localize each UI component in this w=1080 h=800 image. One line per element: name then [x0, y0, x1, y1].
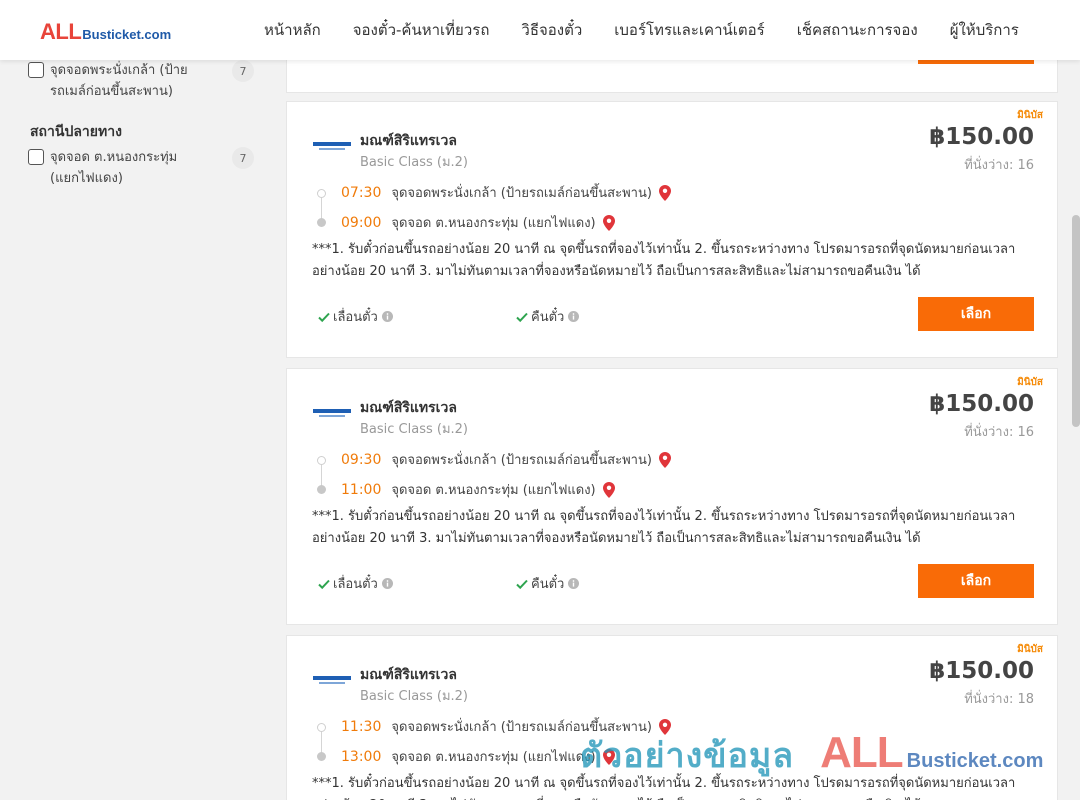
check-icon [516, 312, 528, 322]
arrival-stop-name: จุดจอด ต.หนองกระทุ่ม (แยกไฟแดง) [391, 483, 596, 498]
refund-feature: คืนตั๋ว [516, 306, 580, 327]
ticket-price: ฿150.00 [929, 124, 1034, 150]
bus-class: Basic Class (ม.2) [360, 155, 468, 170]
info-icon[interactable] [568, 311, 580, 322]
operator-name: มณฑ์สิริแทรเวล [360, 400, 457, 416]
nav-booking-status[interactable]: เช็คสถานะการจอง [797, 18, 918, 42]
main-nav: หน้าหลัก จองตั๋ว-ค้นหาเที่ยวรถ วิธีจองตั… [248, 0, 1035, 60]
nav-book-search[interactable]: จองตั๋ว-ค้นหาเที่ยวรถ [353, 18, 490, 42]
minibus-badge: มินิบัส [1017, 110, 1043, 121]
destination-filter-checkbox[interactable] [28, 149, 44, 165]
map-pin-icon[interactable] [658, 451, 671, 468]
check-icon [318, 579, 330, 589]
nav-home[interactable]: หน้าหลัก [264, 18, 321, 42]
refund-label: คืนตั๋ว [531, 310, 565, 325]
origin-filter-item[interactable]: จุดจอดพระนั่งเกล้า (ป้ายรถเมล์ก่อนขึ้นสะ… [28, 60, 254, 102]
page-scrollbar[interactable] [1072, 215, 1080, 427]
minibus-badge: มินิบัส [1017, 644, 1043, 655]
postpone-feature: เลื่อนตั๋ว [318, 573, 393, 594]
seats-available: ที่นั่งว่าง: 18 [964, 692, 1034, 707]
map-pin-icon[interactable] [658, 184, 671, 201]
departure-time: 07:30 [341, 184, 382, 201]
seats-available: ที่นั่งว่าง: 16 [964, 425, 1034, 440]
operator-logo-icon [313, 142, 353, 152]
refund-feature: คืนตั๋ว [516, 573, 580, 594]
arrival-dot-icon [317, 218, 326, 227]
check-icon [516, 579, 528, 589]
departure-time: 09:30 [341, 451, 382, 468]
trip-card: มินิบัส มณฑ์สิริแทรเวล Basic Class (ม.2)… [286, 101, 1058, 358]
departure-stop-name: จุดจอดพระนั่งเกล้า (ป้ายรถเมล์ก่อนขึ้นสะ… [391, 453, 652, 468]
map-pin-icon[interactable] [658, 718, 671, 735]
arrival-stop-name: จุดจอด ต.หนองกระทุ่ม (แยกไฟแดง) [391, 216, 596, 231]
map-pin-icon[interactable] [602, 748, 615, 765]
postpone-label: เลื่อนตั๋ว [333, 310, 378, 325]
arrival-time: 11:00 [341, 481, 382, 498]
info-icon[interactable] [568, 578, 580, 589]
bus-class: Basic Class (ม.2) [360, 422, 468, 437]
destination-filter-count: 7 [232, 147, 254, 169]
previous-trip-card-partial [286, 60, 1058, 93]
info-icon[interactable] [381, 311, 393, 322]
operator-logo-icon [313, 409, 353, 419]
departure-dot-icon [317, 723, 326, 732]
map-pin-icon[interactable] [602, 214, 615, 231]
logo-all-text: ALL [40, 19, 82, 44]
operator-logo-icon [313, 676, 353, 686]
site-logo[interactable]: ALL Busticket.com [40, 19, 171, 45]
departure-stop: 07:30 จุดจอดพระนั่งเกล้า (ป้ายรถเมล์ก่อน… [341, 182, 671, 203]
minibus-badge: มินิบัส [1017, 377, 1043, 388]
trip-remark: ***1. รับตั๋วก่อนขึ้นรถอย่างน้อย 20 นาที… [312, 509, 1016, 546]
destination-filter-item[interactable]: จุดจอด ต.หนองกระทุ่ม (แยกไฟแดง) 7 [28, 147, 254, 189]
origin-filter-label: จุดจอดพระนั่งเกล้า (ป้ายรถเมล์ก่อนขึ้นสะ… [50, 63, 188, 99]
select-trip-button[interactable]: เลือก [918, 297, 1034, 331]
check-icon [318, 312, 330, 322]
previous-select-button-partial[interactable] [918, 60, 1034, 64]
top-header: ALL Busticket.com หน้าหลัก จองตั๋ว-ค้นหา… [0, 0, 1080, 60]
destination-filter-label: จุดจอด ต.หนองกระทุ่ม (แยกไฟแดง) [50, 150, 178, 186]
origin-filter-count: 7 [232, 60, 254, 82]
arrival-stop: 11:00 จุดจอด ต.หนองกระทุ่ม (แยกไฟแดง) [341, 479, 615, 500]
ticket-price: ฿150.00 [929, 391, 1034, 417]
arrival-time: 13:00 [341, 748, 382, 765]
arrival-time: 09:00 [341, 214, 382, 231]
operator-name: มณฑ์สิริแทรเวล [360, 133, 457, 149]
trip-card: มินิบัส มณฑ์สิริแทรเวล Basic Class (ม.2)… [286, 368, 1058, 625]
filter-sidebar: จุดจอดพระนั่งเกล้า (ป้ายรถเมล์ก่อนขึ้นสะ… [0, 60, 272, 800]
departure-dot-icon [317, 189, 326, 198]
arrival-dot-icon [317, 485, 326, 494]
arrival-stop-name: จุดจอด ต.หนองกระทุ่ม (แยกไฟแดง) [391, 750, 596, 765]
origin-filter-checkbox[interactable] [28, 62, 44, 78]
departure-stop: 09:30 จุดจอดพระนั่งเกล้า (ป้ายรถเมล์ก่อน… [341, 449, 671, 470]
departure-dot-icon [317, 456, 326, 465]
departure-stop-name: จุดจอดพระนั่งเกล้า (ป้ายรถเมล์ก่อนขึ้นสะ… [391, 720, 652, 735]
postpone-feature: เลื่อนตั๋ว [318, 306, 393, 327]
arrival-stop: 13:00 จุดจอด ต.หนองกระทุ่ม (แยกไฟแดง) [341, 746, 615, 767]
destination-section-title: สถานีปลายทาง [30, 124, 122, 140]
trip-remark: ***1. รับตั๋วก่อนขึ้นรถอย่างน้อย 20 นาที… [312, 242, 1016, 279]
seats-available: ที่นั่งว่าง: 16 [964, 158, 1034, 173]
departure-stop: 11:30 จุดจอดพระนั่งเกล้า (ป้ายรถเมล์ก่อน… [341, 716, 671, 737]
trip-remark: ***1. รับตั๋วก่อนขึ้นรถอย่างน้อย 20 นาที… [312, 776, 1016, 800]
departure-stop-name: จุดจอดพระนั่งเกล้า (ป้ายรถเมล์ก่อนขึ้นสะ… [391, 186, 652, 201]
departure-time: 11:30 [341, 718, 382, 735]
ticket-price: ฿150.00 [929, 658, 1034, 684]
bus-class: Basic Class (ม.2) [360, 689, 468, 704]
operator-name: มณฑ์สิริแทรเวล [360, 667, 457, 683]
refund-label: คืนตั๋ว [531, 577, 565, 592]
select-trip-button[interactable]: เลือก [918, 564, 1034, 598]
trip-card: มินิบัส มณฑ์สิริแทรเวล Basic Class (ม.2)… [286, 635, 1058, 800]
map-pin-icon[interactable] [602, 481, 615, 498]
nav-how-to-book[interactable]: วิธีจองตั๋ว [521, 18, 582, 42]
nav-phone-counter[interactable]: เบอร์โทรและเคาน์เตอร์ [614, 18, 764, 42]
arrival-dot-icon [317, 752, 326, 761]
info-icon[interactable] [381, 578, 393, 589]
postpone-label: เลื่อนตั๋ว [333, 577, 378, 592]
nav-operators[interactable]: ผู้ให้บริการ [950, 18, 1019, 42]
logo-busticket-text: Busticket.com [82, 27, 172, 42]
arrival-stop: 09:00 จุดจอด ต.หนองกระทุ่ม (แยกไฟแดง) [341, 212, 615, 233]
